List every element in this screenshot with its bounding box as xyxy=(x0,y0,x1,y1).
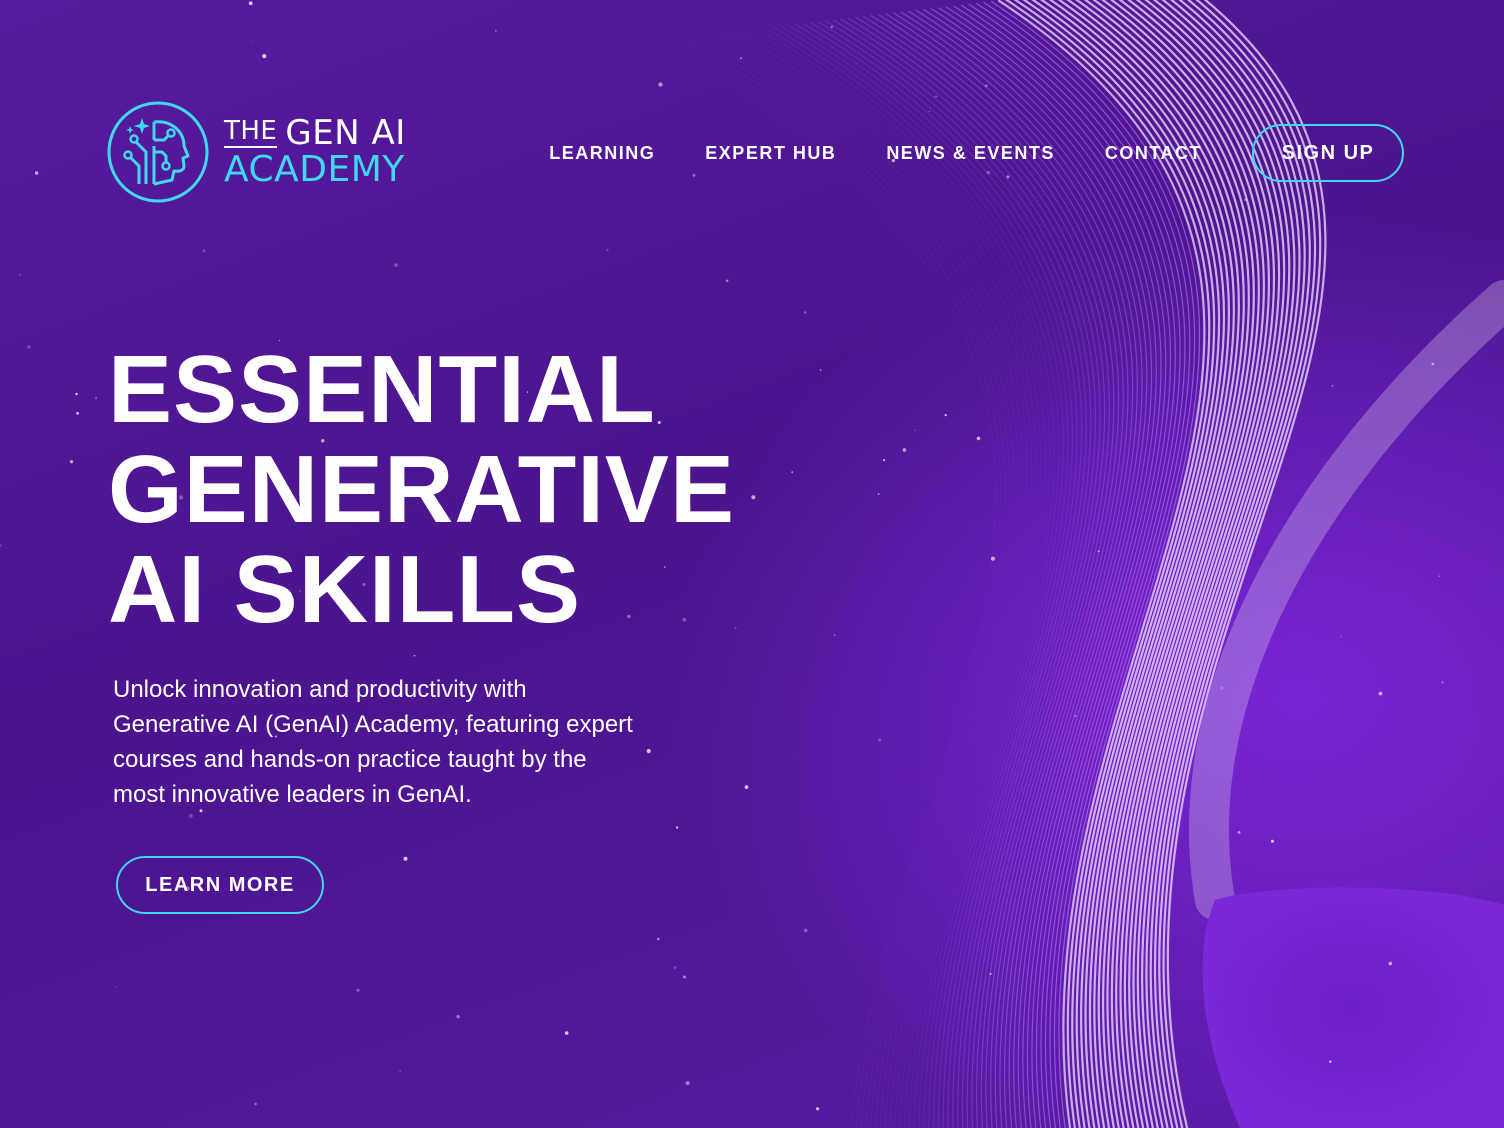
hero-title-line: ESSENTIAL xyxy=(108,336,656,443)
nav-news-events[interactable]: NEWS & EVENTS xyxy=(886,143,1055,164)
sign-up-button[interactable]: SIGN UP xyxy=(1252,124,1404,182)
brand-the: THE xyxy=(224,116,278,148)
landing-page: THE GEN AI ACADEMY LEARNING EXPERT HUB N… xyxy=(0,0,1504,1128)
brand-academy: ACADEMY xyxy=(224,149,405,190)
main-nav: LEARNING EXPERT HUB NEWS & EVENTS CONTAC… xyxy=(549,124,1404,182)
brand-gen-ai: GEN AI xyxy=(285,113,406,153)
nav-learning[interactable]: LEARNING xyxy=(549,143,655,164)
learn-more-button[interactable]: LEARN MORE xyxy=(116,856,324,914)
hero-title-line: GENERATIVE xyxy=(108,436,735,543)
nav-expert-hub[interactable]: EXPERT HUB xyxy=(705,143,836,164)
hero-title-line: AI SKILLS xyxy=(108,536,582,643)
brand-wordmark: THE GEN AI ACADEMY xyxy=(224,116,406,188)
ai-head-circuit-icon xyxy=(107,101,209,203)
hero-description: Unlock innovation and productivity with … xyxy=(113,676,633,808)
brand-logo[interactable]: THE GEN AI ACADEMY xyxy=(106,100,406,204)
nav-contact[interactable]: CONTACT xyxy=(1105,143,1202,164)
hero-title: ESSENTIAL GENERATIVE AI SKILLS xyxy=(108,340,735,640)
